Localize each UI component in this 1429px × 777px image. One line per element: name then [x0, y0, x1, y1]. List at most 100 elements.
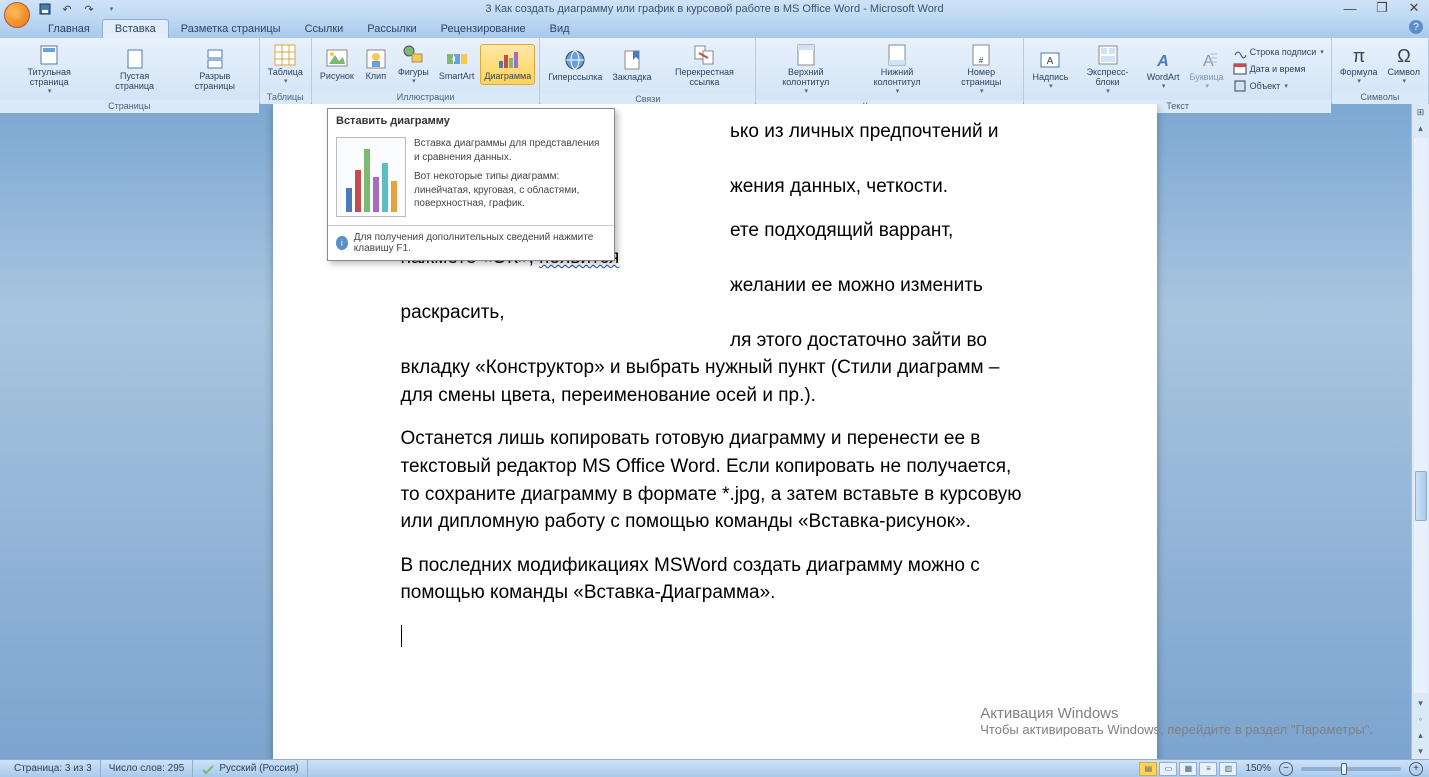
bookmark-button[interactable]: Закладка	[608, 45, 655, 86]
view-full-screen[interactable]: ▭	[1159, 762, 1177, 776]
picture-button[interactable]: Рисунок	[316, 44, 358, 85]
document-area[interactable]: XXXXXXXXXXXXXXXXXXXXXXXXXXько из личных …	[0, 104, 1429, 759]
quick-access-toolbar: ↶ ↷	[36, 1, 120, 17]
clipart-button[interactable]: Клип	[360, 44, 392, 85]
status-page[interactable]: Страница: 3 из 3	[6, 760, 101, 777]
symbol-button[interactable]: ΩСимвол	[1384, 40, 1424, 89]
status-language[interactable]: Русский (Россия)	[193, 760, 307, 777]
prev-page-button[interactable]: ▴	[1413, 727, 1429, 743]
blank-page-button[interactable]: Пустая страница	[96, 44, 173, 95]
scroll-down-button[interactable]: ▾	[1413, 695, 1429, 711]
scroll-thumb[interactable]	[1415, 471, 1427, 521]
equation-button[interactable]: πФормула	[1336, 40, 1382, 89]
ribbon: Титульная страница Пустая страница Разры…	[0, 38, 1429, 104]
tooltip-chart-icon	[336, 137, 406, 217]
cursor-paragraph	[401, 623, 1029, 651]
paragraph-3: Останется лишь копировать готовую диагра…	[401, 425, 1029, 535]
next-page-button[interactable]: ▾	[1413, 743, 1429, 759]
tab-mailings[interactable]: Рассылки	[355, 20, 428, 38]
quickparts-button[interactable]: Экспресс-блоки	[1074, 40, 1140, 98]
footer-button[interactable]: Нижний колонтитул	[853, 40, 941, 98]
zoom-slider-knob[interactable]	[1341, 763, 1347, 775]
spellcheck-icon	[201, 763, 215, 775]
status-right: ▤ ▭ ▦ ≡ ▥ 150% − +	[1139, 762, 1423, 776]
cover-page-button[interactable]: Титульная страница	[4, 40, 94, 98]
redo-icon[interactable]: ↷	[80, 1, 98, 17]
view-print-layout[interactable]: ▤	[1139, 762, 1157, 776]
zoom-level[interactable]: 150%	[1239, 763, 1277, 774]
group-label-symbols: Символы	[1332, 91, 1428, 104]
minimize-button[interactable]: —	[1339, 0, 1361, 16]
crossref-button[interactable]: Перекрестная ссылка	[658, 40, 752, 91]
group-symbols: πФормула ΩСимвол Символы	[1332, 38, 1429, 103]
view-draft[interactable]: ▥	[1219, 762, 1237, 776]
group-text: AНадпись Экспресс-блоки AWordArt AБуквиц…	[1024, 38, 1331, 103]
tab-review[interactable]: Рецензирование	[429, 20, 538, 38]
zoom-slider[interactable]	[1301, 767, 1401, 771]
save-icon[interactable]	[36, 1, 54, 17]
date-time-button[interactable]: Дата и время	[1230, 61, 1327, 77]
view-web-layout[interactable]: ▦	[1179, 762, 1197, 776]
tooltip-desc-1: Вставка диаграммы для представления и ср…	[414, 137, 606, 164]
status-bar: Страница: 3 из 3 Число слов: 295 Русский…	[0, 759, 1429, 777]
tooltip-desc-2: Вот некоторые типы диаграмм: линейчатая,…	[414, 170, 606, 211]
text-cursor	[401, 625, 402, 647]
page-break-button[interactable]: Разрыв страницы	[175, 44, 255, 95]
svg-text:Ω: Ω	[1397, 46, 1410, 66]
qat-customize[interactable]	[102, 1, 120, 17]
tab-page-layout[interactable]: Разметка страницы	[169, 20, 293, 38]
info-icon: i	[336, 236, 348, 250]
view-outline[interactable]: ≡	[1199, 762, 1217, 776]
wordart-button[interactable]: AWordArt	[1143, 45, 1184, 94]
maximize-button[interactable]: ❐	[1371, 0, 1393, 16]
chart-button[interactable]: Диаграмма	[480, 44, 535, 85]
window-controls: — ❐ ✕	[1339, 0, 1425, 16]
chart-tooltip: Вставить диаграмму Вставка диаграммы для…	[327, 108, 615, 261]
text-small-buttons: Строка подписи Дата и время Объект	[1230, 44, 1327, 94]
tab-view[interactable]: Вид	[538, 20, 582, 38]
watermark-line2: Чтобы активировать Windows, перейдите в …	[980, 722, 1373, 737]
group-label-tables: Таблицы	[260, 91, 311, 104]
windows-activation-watermark: Активация Windows Чтобы активировать Win…	[980, 705, 1373, 737]
vertical-scrollbar[interactable]: ⊞ ▴ ▾ ◦ ▴ ▾	[1411, 104, 1429, 759]
scroll-up-button[interactable]: ▴	[1413, 120, 1429, 136]
table-button[interactable]: Таблица	[264, 40, 307, 89]
tooltip-footer: i Для получения дополнительных сведений …	[328, 225, 614, 260]
group-label-illustrations: Иллюстрации	[312, 91, 539, 104]
window-title: 3 Как создать диаграмму или график в кур…	[485, 3, 943, 15]
undo-icon[interactable]: ↶	[58, 1, 76, 17]
group-headers: Верхний колонтитул Нижний колонтитул #Но…	[756, 38, 1024, 103]
svg-text:A: A	[1047, 56, 1054, 67]
tab-references[interactable]: Ссылки	[293, 20, 356, 38]
group-illustrations: Рисунок Клип Фигуры SmartArt Диаграмма И…	[312, 38, 540, 103]
scroll-track[interactable]	[1414, 138, 1428, 693]
tooltip-title: Вставить диаграмму	[328, 109, 614, 133]
textbox-button[interactable]: AНадпись	[1028, 45, 1072, 94]
header-button[interactable]: Верхний колонтитул	[760, 40, 851, 98]
zoom-out-button[interactable]: −	[1279, 762, 1293, 776]
browse-object-button[interactable]: ◦	[1413, 711, 1429, 727]
tooltip-description: Вставка диаграммы для представления и ср…	[414, 137, 606, 217]
hyperlink-button[interactable]: Гиперссылка	[544, 45, 606, 86]
status-words[interactable]: Число слов: 295	[101, 760, 194, 777]
smartart-button[interactable]: SmartArt	[435, 44, 479, 85]
title-bar: ↶ ↷ 3 Как создать диаграмму или график в…	[0, 0, 1429, 18]
page-number-button[interactable]: #Номер страницы	[943, 40, 1020, 98]
dropcap-button[interactable]: AБуквица	[1186, 45, 1228, 94]
office-button[interactable]	[4, 2, 30, 28]
group-links: Гиперссылка Закладка Перекрестная ссылка…	[540, 38, 756, 103]
svg-text:#: #	[979, 56, 984, 65]
tab-home[interactable]: Главная	[36, 20, 102, 38]
shapes-button[interactable]: Фигуры	[394, 40, 433, 89]
tab-insert[interactable]: Вставка	[102, 19, 169, 38]
help-button[interactable]: ?	[1409, 20, 1423, 34]
object-button[interactable]: Объект	[1230, 78, 1327, 94]
ruler-toggle-icon[interactable]: ⊞	[1413, 104, 1429, 120]
ribbon-tabs: Главная Вставка Разметка страницы Ссылки…	[0, 18, 1429, 38]
zoom-in-button[interactable]: +	[1409, 762, 1423, 776]
watermark-line1: Активация Windows	[980, 705, 1373, 722]
signature-line-button[interactable]: Строка подписи	[1230, 44, 1327, 60]
paragraph-4: В последних модификациях MSWord создать …	[401, 552, 1029, 607]
group-tables: Таблица Таблицы	[260, 38, 312, 103]
close-button[interactable]: ✕	[1403, 0, 1425, 16]
